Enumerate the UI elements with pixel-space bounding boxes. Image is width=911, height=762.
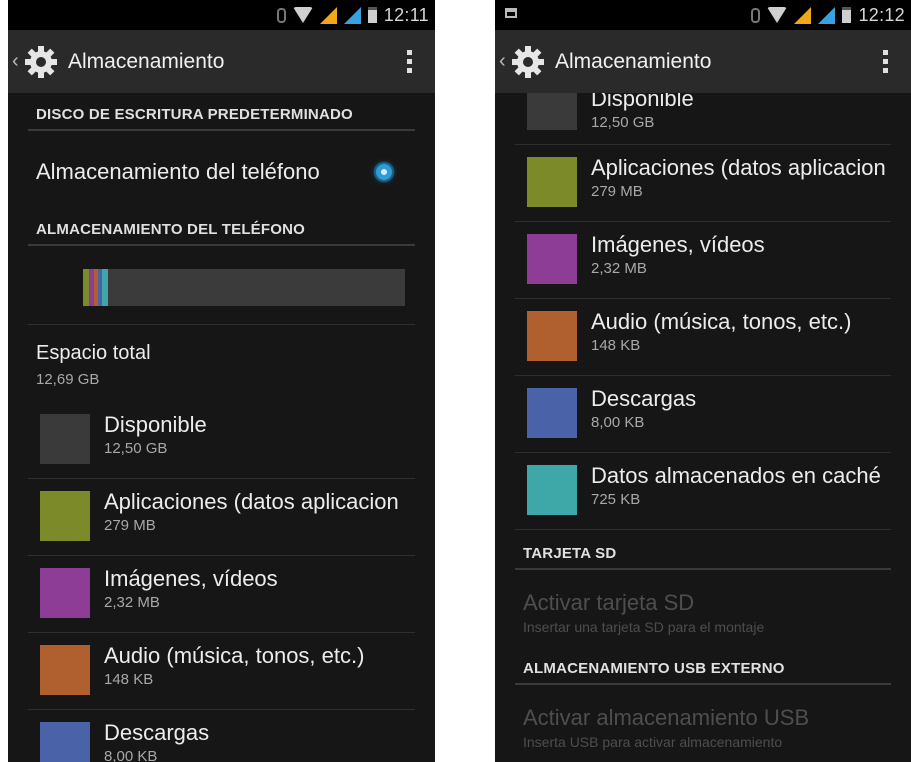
signal-icon — [343, 6, 361, 24]
wifi-icon — [292, 7, 313, 23]
category-color-swatch — [527, 234, 577, 284]
section-divider — [28, 244, 415, 246]
back-caret-icon[interactable]: ‹ — [12, 50, 22, 73]
right-screen: 12:12 ‹ Almacenamiento Disponible 12,50 G… — [495, 0, 911, 762]
back-caret-icon[interactable]: ‹ — [499, 50, 509, 73]
overflow-menu-icon[interactable] — [407, 50, 413, 73]
category-size: 279 MB — [104, 517, 156, 534]
battery-icon — [367, 7, 377, 23]
bluetooth-icon — [276, 7, 286, 23]
action-bar: ‹ Almacenamiento — [495, 30, 911, 93]
category-size: 12,50 GB — [104, 440, 168, 457]
bluetooth-icon — [751, 7, 761, 23]
overflow-menu-icon[interactable] — [883, 50, 889, 73]
list-divider — [515, 298, 891, 299]
gear-icon[interactable] — [511, 45, 545, 79]
list-divider — [515, 375, 891, 376]
category-label[interactable]: Descargas — [591, 386, 891, 412]
battery-icon — [842, 7, 852, 23]
category-color-swatch — [527, 311, 577, 361]
page-title: Almacenamiento — [555, 49, 712, 73]
list-divider — [28, 478, 415, 479]
total-space-label: Espacio total — [36, 342, 151, 364]
category-size: 725 KB — [591, 491, 641, 508]
category-label[interactable]: Disponible — [591, 93, 891, 112]
category-size: 8,00 KB — [104, 748, 158, 762]
storage-usage-bar — [83, 269, 405, 306]
category-size: 148 KB — [591, 337, 641, 354]
category-label[interactable]: Imágenes, vídeos — [104, 566, 404, 592]
category-size: 8,00 KB — [591, 414, 645, 431]
page-title: Almacenamiento — [68, 49, 225, 73]
notification-icon — [505, 8, 517, 18]
settings-list[interactable]: DISCO DE ESCRITURA PREDETERMINADO Almace… — [8, 93, 435, 762]
list-divider — [28, 555, 415, 556]
category-color-swatch — [40, 722, 90, 762]
list-divider — [28, 632, 415, 633]
section-divider — [515, 683, 891, 685]
signal-icon — [794, 6, 812, 24]
mount-sd-title[interactable]: Activar tarjeta SD — [523, 590, 694, 616]
category-color-swatch — [527, 465, 577, 515]
clock: 12:12 — [858, 4, 905, 25]
category-label[interactable]: Audio (música, tonos, etc.) — [591, 309, 891, 335]
mount-usb-subtitle: Inserta USB para activar almacenamiento — [523, 734, 783, 750]
section-header-usb: ALMACENAMIENTO USB EXTERNO — [523, 660, 785, 677]
category-size: 2,32 MB — [591, 260, 647, 277]
signal-icon — [319, 6, 337, 24]
status-bar: 12:11 — [8, 0, 435, 30]
category-label[interactable]: Datos almacenados en caché — [591, 463, 891, 489]
left-screen: 12:11 ‹ Almacenamiento DISCO DE ESCRITUR… — [8, 0, 435, 762]
category-label[interactable]: Aplicaciones (datos aplicacion — [104, 489, 404, 515]
action-bar: ‹ Almacenamiento — [8, 30, 435, 93]
mount-usb-title[interactable]: Activar almacenamiento USB — [523, 705, 809, 731]
radio-selected-icon[interactable] — [376, 164, 392, 180]
total-space-value: 12,69 GB — [36, 371, 100, 388]
signal-icon — [818, 6, 836, 24]
default-disk-option-label[interactable]: Almacenamiento del teléfono — [36, 159, 320, 185]
category-color-swatch — [40, 414, 90, 464]
category-size: 12,50 GB — [591, 114, 655, 131]
category-color-swatch — [40, 645, 90, 695]
list-divider — [28, 324, 415, 325]
wifi-icon — [767, 7, 788, 23]
list-divider — [515, 529, 891, 530]
clock: 12:11 — [383, 4, 429, 25]
category-label[interactable]: Audio (música, tonos, etc.) — [104, 643, 404, 669]
section-divider — [28, 129, 415, 131]
category-size: 2,32 MB — [104, 594, 160, 611]
category-size: 279 MB — [591, 183, 643, 200]
list-divider — [515, 144, 891, 145]
list-divider — [515, 221, 891, 222]
category-color-swatch — [527, 388, 577, 438]
list-divider — [28, 709, 415, 710]
gear-icon[interactable] — [24, 45, 58, 79]
category-color-swatch — [40, 491, 90, 541]
category-color-swatch — [527, 157, 577, 207]
category-label[interactable]: Disponible — [104, 412, 404, 438]
section-divider — [515, 568, 891, 570]
list-divider — [515, 452, 891, 453]
section-header-default-disk: DISCO DE ESCRITURA PREDETERMINADO — [36, 106, 353, 123]
section-header-sd: TARJETA SD — [523, 545, 617, 562]
usage-segment-cache — [102, 269, 108, 306]
section-header-phone-storage: ALMACENAMIENTO DEL TELÉFONO — [36, 221, 306, 238]
settings-list[interactable]: Disponible 12,50 GB Aplicaciones (datos ap… — [495, 93, 911, 762]
status-bar: 12:12 — [495, 0, 911, 30]
category-size: 148 KB — [104, 671, 154, 688]
mount-sd-subtitle: Insertar una tarjeta SD para el montaje — [523, 619, 765, 635]
category-label[interactable]: Imágenes, vídeos — [591, 232, 891, 258]
category-label[interactable]: Aplicaciones (datos aplicacion — [591, 155, 891, 181]
category-label[interactable]: Descargas — [104, 720, 404, 746]
category-color-swatch — [40, 568, 90, 618]
category-color-swatch — [527, 93, 577, 130]
